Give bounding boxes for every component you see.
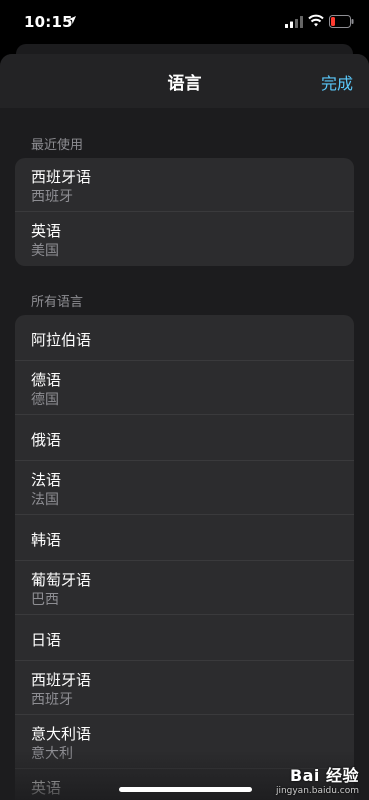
screen: 10:15 语言 完成 最近使用 西班牙语 西班牙 英语 美国 所有语言 阿拉伯… [0, 0, 369, 800]
wifi-icon [308, 14, 324, 27]
status-bar: 10:15 [0, 0, 369, 44]
item-title: 阿拉伯语 [31, 331, 92, 349]
home-indicator[interactable] [119, 787, 252, 792]
item-title: 法语 [31, 471, 62, 489]
location-arrow-icon [68, 16, 76, 24]
item-title: 意大利语 [31, 725, 92, 743]
list-item[interactable]: 法语 法国 [15, 461, 354, 515]
item-title: 西班牙语 [31, 168, 92, 186]
all-languages-list: 阿拉伯语 德语 德国 俄语 法语 法国 韩语 葡萄牙语 巴西 日语 西班牙语 西… [15, 315, 354, 800]
item-subtitle: 美国 [31, 243, 59, 259]
battery-low-icon [329, 15, 354, 28]
item-subtitle: 德国 [31, 392, 59, 408]
list-item[interactable]: 韩语 [15, 515, 354, 561]
watermark-url: jingyan.baidu.com [275, 786, 359, 796]
item-subtitle: 西班牙 [31, 692, 73, 708]
list-item[interactable]: 西班牙语 西班牙 [15, 661, 354, 715]
watermark-logo: Bai 经验 [289, 766, 359, 785]
item-subtitle: 法国 [31, 492, 59, 508]
done-button[interactable]: 完成 [321, 70, 353, 94]
language-sheet: 语言 完成 最近使用 西班牙语 西班牙 英语 美国 所有语言 阿拉伯语 德语 德… [0, 54, 369, 800]
nav-bar: 语言 完成 [0, 54, 369, 108]
item-subtitle: 西班牙 [31, 189, 73, 205]
item-title: 韩语 [31, 531, 62, 549]
item-title: 日语 [31, 631, 62, 649]
item-title: 葡萄牙语 [31, 571, 92, 589]
list-item[interactable]: 俄语 [15, 415, 354, 461]
page-title: 语言 [167, 74, 202, 94]
recent-languages-list: 西班牙语 西班牙 英语 美国 [15, 158, 354, 266]
item-title: 俄语 [31, 431, 62, 449]
status-time: 10:15 [24, 13, 73, 31]
list-item[interactable]: 西班牙语 西班牙 [15, 158, 354, 212]
item-title: 英语 [31, 222, 62, 240]
list-item[interactable]: 葡萄牙语 巴西 [15, 561, 354, 615]
watermark: Bai 经验 jingyan.baidu.com [276, 762, 359, 796]
list-item[interactable]: 日语 [15, 615, 354, 661]
item-title: 德语 [31, 371, 62, 389]
list-item[interactable]: 德语 德国 [15, 361, 354, 415]
section-header-recent: 最近使用 [31, 138, 84, 153]
signal-icon [285, 16, 303, 28]
item-subtitle: 巴西 [31, 592, 59, 608]
list-item[interactable]: 英语 美国 [15, 212, 354, 266]
list-item[interactable]: 阿拉伯语 [15, 315, 354, 361]
section-header-all: 所有语言 [31, 295, 84, 310]
item-title: 西班牙语 [31, 671, 92, 689]
